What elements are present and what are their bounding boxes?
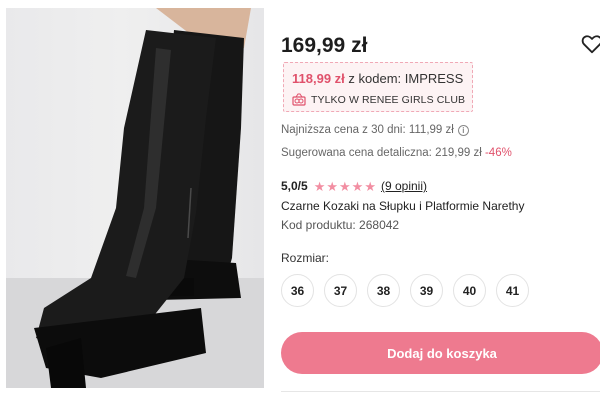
rating: 5,0/5 ★ ★ ★ ★ ★ (9 opinii) — [281, 179, 427, 193]
heart-icon[interactable] — [581, 33, 600, 55]
reviews-link[interactable]: (9 opinii) — [381, 179, 427, 193]
lowest-price-text: Najniższa cena z 30 dni: 111,99 zł — [281, 124, 454, 136]
lowest-price-line: Najniższa cena z 30 dni: 111,99 zł i — [281, 124, 469, 136]
star-icon: ★ — [364, 178, 376, 194]
club-line: TYLKO W RENEE GIRLS CLUB — [292, 93, 465, 106]
club-text: TYLKO W RENEE GIRLS CLUB — [311, 93, 466, 106]
promo-box: 118,99 zł z kodem: IMPRESS TYLKO W RENEE… — [283, 62, 473, 112]
product-price: 169,99 zł — [281, 34, 368, 57]
size-option[interactable]: 39 — [410, 274, 443, 307]
promo-line: 118,99 zł z kodem: IMPRESS — [292, 71, 463, 86]
product-name: Czarne Kozaki na Słupku i Platformie Nar… — [281, 199, 525, 213]
boots-illustration — [6, 8, 264, 388]
product-code: Kod produktu: 268042 — [281, 218, 400, 232]
discount-badge: -46% — [484, 147, 512, 159]
star-icon: ★ — [339, 178, 351, 194]
star-icon: ★ — [351, 178, 364, 194]
suggested-price-text: Sugerowana cena detaliczna: 219,99 zł — [281, 147, 482, 159]
suggested-price-line: Sugerowana cena detaliczna: 219,99 zł -4… — [281, 147, 512, 159]
gift-icon — [292, 93, 306, 106]
size-option[interactable]: 36 — [281, 274, 314, 307]
size-option[interactable]: 37 — [324, 274, 357, 307]
product-image[interactable] — [6, 8, 264, 388]
star-icon: ★ — [326, 178, 339, 194]
divider — [281, 391, 600, 392]
size-label: Rozmiar: — [281, 251, 330, 265]
promo-code-text: z kodem: IMPRESS — [348, 71, 464, 86]
size-option[interactable]: 38 — [367, 274, 400, 307]
product-info-panel: 169,99 zł 118,99 zł z kodem: IMPRESS TYL… — [281, 0, 600, 400]
rating-stars: ★ ★ ★ ★ ★ — [314, 180, 376, 193]
size-option[interactable]: 41 — [496, 274, 529, 307]
rating-score: 5,0/5 — [281, 179, 308, 193]
promo-price: 118,99 zł — [292, 71, 345, 86]
star-icon: ★ — [313, 178, 326, 194]
size-option[interactable]: 40 — [453, 274, 486, 307]
add-to-cart-button[interactable]: Dodaj do koszyka — [281, 332, 600, 374]
info-icon[interactable]: i — [457, 124, 469, 136]
size-selector: 36 37 38 39 40 41 — [281, 274, 529, 307]
